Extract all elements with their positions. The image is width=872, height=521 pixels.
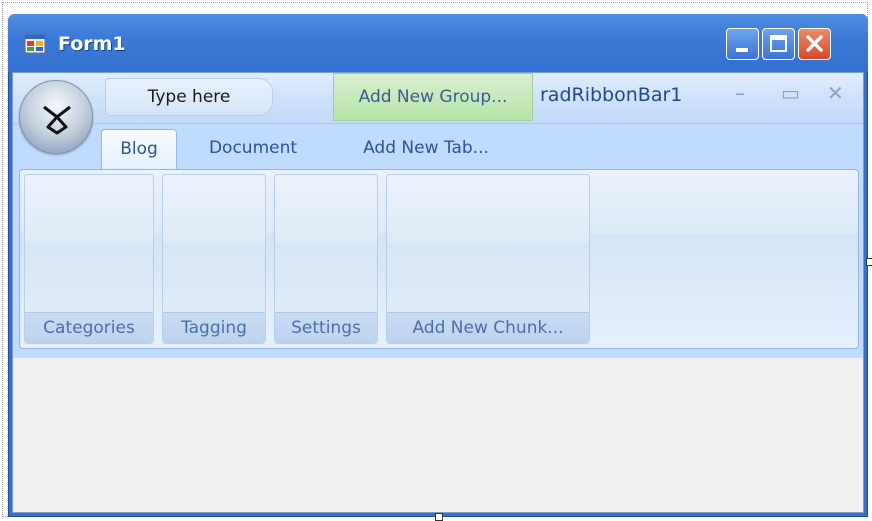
resize-handle-right[interactable] bbox=[866, 258, 872, 266]
chunk-add-new-chunk[interactable]: Add New Chunk... bbox=[386, 174, 590, 344]
maximize-icon bbox=[770, 35, 787, 52]
ribbon-minimize-button[interactable]: – bbox=[735, 81, 745, 105]
maximize-button[interactable] bbox=[762, 28, 795, 60]
chunk-label: Categories bbox=[25, 312, 153, 343]
chunk-categories[interactable]: Categories bbox=[24, 174, 154, 344]
window-title: Form1 bbox=[58, 33, 126, 55]
tab-document[interactable]: Document bbox=[193, 129, 313, 169]
ribbon-close-button[interactable]: ✕ bbox=[827, 81, 844, 105]
chunk-label: Add New Chunk... bbox=[387, 312, 589, 343]
minimize-button[interactable] bbox=[726, 28, 759, 60]
ribbon-caption: radRibbonBar1 bbox=[540, 84, 683, 106]
close-icon bbox=[806, 35, 823, 52]
add-new-group-button[interactable]: Add New Group... bbox=[333, 73, 533, 121]
chunk-tagging[interactable]: Tagging bbox=[162, 174, 266, 344]
chunk-settings[interactable]: Settings bbox=[274, 174, 378, 344]
ribbon-tab-strip: Blog Document Add New Tab... bbox=[13, 123, 863, 169]
telerik-logo-icon bbox=[43, 105, 71, 135]
chunk-label: Tagging bbox=[163, 312, 265, 343]
application-menu-button[interactable] bbox=[19, 80, 93, 154]
minimize-icon bbox=[736, 48, 748, 52]
ribbon-restore-button[interactable]: ▭ bbox=[781, 81, 800, 105]
ribbon-caption-bar: Type here Add New Group... radRibbonBar1… bbox=[13, 73, 863, 124]
chunk-label: Settings bbox=[275, 312, 377, 343]
tab-blog[interactable]: Blog bbox=[101, 129, 177, 169]
tab-add-new-tab[interactable]: Add New Tab... bbox=[341, 129, 511, 169]
quick-access-input[interactable]: Type here bbox=[105, 78, 273, 116]
form-client-area: Type here Add New Group... radRibbonBar1… bbox=[12, 72, 864, 513]
ribbon-tab-content: Categories Tagging Settings Add New Chun… bbox=[19, 169, 859, 349]
title-bar[interactable]: Form1 bbox=[8, 14, 868, 72]
ribbon-bar: Type here Add New Group... radRibbonBar1… bbox=[13, 73, 863, 358]
resize-handle-bottom[interactable] bbox=[435, 513, 443, 521]
form-icon bbox=[24, 33, 46, 55]
form-window: Form1 Type here Add New Group... radRibb… bbox=[8, 14, 868, 517]
close-button[interactable] bbox=[798, 28, 831, 60]
